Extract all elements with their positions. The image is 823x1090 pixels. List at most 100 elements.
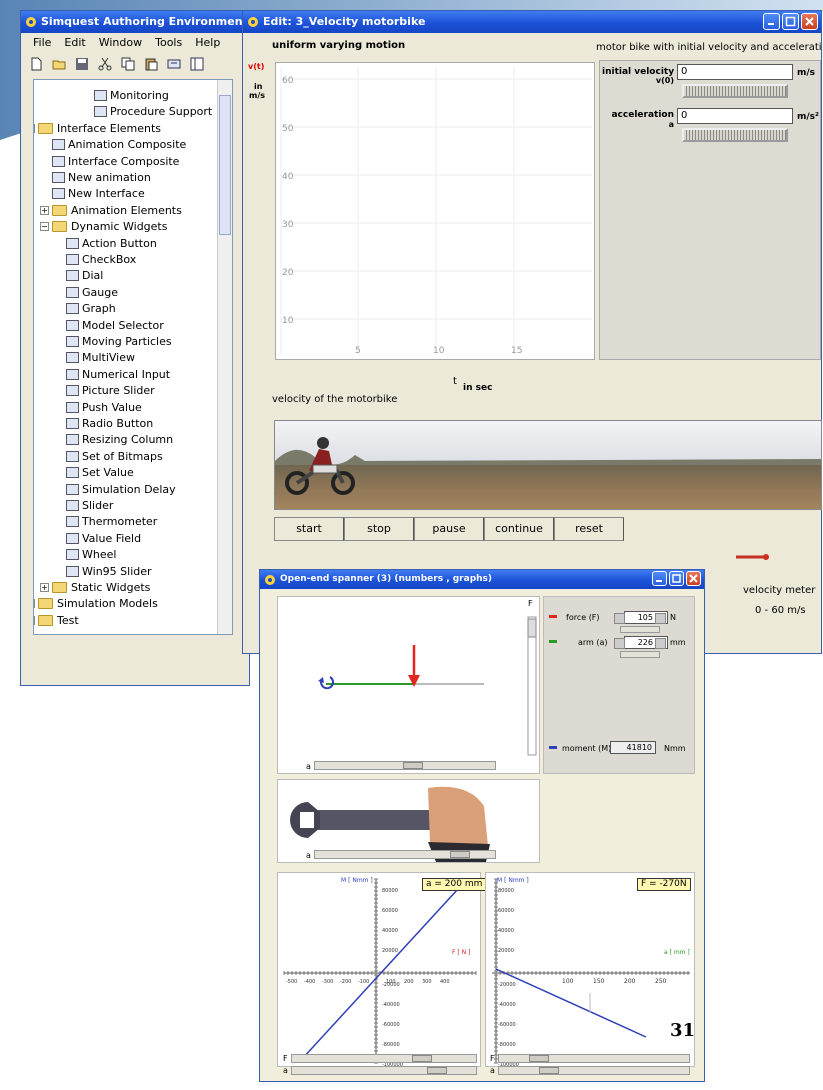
tree-item[interactable]: Slider <box>66 498 113 514</box>
arm-slider-mid[interactable] <box>314 850 496 859</box>
g2-arm-slider[interactable] <box>498 1066 690 1075</box>
env-titlebar[interactable]: Simquest Authoring Environment <box>21 11 249 33</box>
initial-velocity-slider[interactable] <box>682 84 788 98</box>
tree-item[interactable]: New animation <box>52 170 151 186</box>
pause-button[interactable]: pause <box>414 517 484 541</box>
tree-item[interactable]: Interface Composite <box>52 154 179 170</box>
tree-item-label: CheckBox <box>82 253 137 266</box>
tree-item-label: Moving Particles <box>82 335 172 348</box>
menu-tools[interactable]: Tools <box>155 33 182 53</box>
open-folder-icon[interactable] <box>52 57 66 71</box>
tree-item[interactable]: + Test <box>34 613 79 629</box>
widget-icon <box>94 106 107 118</box>
tree-item[interactable]: Radio Button <box>66 416 153 432</box>
cut-icon[interactable] <box>98 57 112 71</box>
tree-item[interactable]: Win95 Slider <box>66 564 152 580</box>
tree-item[interactable]: − Dynamic Widgets <box>40 219 167 235</box>
tool-icon[interactable] <box>167 57 181 71</box>
expand-toggle-icon[interactable]: + <box>34 599 35 609</box>
span-minimize-button[interactable] <box>652 571 667 586</box>
menu-window[interactable]: Window <box>99 33 142 53</box>
tree-item[interactable]: Resizing Column <box>66 432 173 448</box>
tree-item[interactable]: Value Field <box>66 531 141 547</box>
tree-item[interactable]: Simulation Delay <box>66 482 176 498</box>
tree-item[interactable]: New Interface <box>52 186 145 202</box>
force-slider[interactable] <box>620 626 660 633</box>
minimize-button[interactable] <box>763 13 780 30</box>
force-input[interactable]: 105 <box>614 611 668 624</box>
page-number: 31 <box>670 1020 696 1041</box>
tree-item[interactable]: Dial <box>66 268 103 284</box>
menu-file[interactable]: File <box>33 33 51 53</box>
paste-icon[interactable] <box>144 57 158 71</box>
maximize-button[interactable] <box>782 13 799 30</box>
span-maximize-button[interactable] <box>669 571 684 586</box>
vel-titlebar[interactable]: Edit: 3_Velocity motorbike <box>243 11 821 33</box>
tree-item[interactable]: Model Selector <box>66 318 164 334</box>
acceleration-slider[interactable] <box>682 128 788 142</box>
y-tick-label: 80000 <box>498 888 514 894</box>
arm-slider[interactable] <box>620 651 660 658</box>
expand-toggle-icon[interactable]: − <box>40 222 49 232</box>
folder-icon <box>38 614 53 626</box>
tree-item[interactable]: Graph <box>66 301 116 317</box>
close-button[interactable] <box>801 13 818 30</box>
reset-button[interactable]: reset <box>554 517 624 541</box>
layout-icon[interactable] <box>190 57 204 71</box>
tree-item[interactable]: Gauge <box>66 285 118 301</box>
expand-toggle-icon[interactable]: − <box>34 123 35 133</box>
initial-velocity-input[interactable]: 0 <box>677 64 793 80</box>
stop-button[interactable]: stop <box>344 517 414 541</box>
acceleration-input[interactable]: 0 <box>677 108 793 124</box>
tree-item[interactable]: Action Button <box>66 236 157 252</box>
new-file-icon[interactable] <box>29 57 43 71</box>
g2-force-slider[interactable] <box>498 1054 690 1063</box>
tree-item[interactable]: Thermometer <box>66 514 157 530</box>
menubar: File Edit Window Tools Help <box>21 33 249 53</box>
velocity-graph[interactable]: 605040302010051015 <box>275 62 595 374</box>
tree-item[interactable]: Numerical Input <box>66 367 170 383</box>
tree-item-label: Monitoring <box>110 89 169 102</box>
expand-toggle-icon[interactable]: + <box>40 205 49 215</box>
tree-item[interactable]: Push Value <box>66 400 142 416</box>
tree-item[interactable]: Picture Slider <box>66 383 155 399</box>
tree-item[interactable]: CheckBox <box>66 252 136 268</box>
tree-item[interactable]: Monitoring <box>94 88 169 104</box>
g2-arm-slider-label: a <box>490 1066 495 1075</box>
menu-edit[interactable]: Edit <box>64 33 85 53</box>
expand-toggle-icon[interactable]: + <box>40 583 49 592</box>
tree-item[interactable]: + Animation Elements <box>40 203 182 219</box>
expand-toggle-icon[interactable]: + <box>34 615 35 625</box>
tree-item[interactable]: + Static Widgets <box>40 580 150 596</box>
tree-item[interactable]: − Interface Elements <box>34 121 161 137</box>
moment-arm-graph: 80000 60000 40000 20000 -20000 -40000 -60000 -8… <box>492 878 690 1068</box>
copy-icon[interactable] <box>121 57 135 71</box>
folder-icon <box>38 122 53 134</box>
menu-help[interactable]: Help <box>195 33 220 53</box>
tree-item[interactable]: MultiView <box>66 350 135 366</box>
tree-item[interactable]: Wheel <box>66 547 116 563</box>
tree-scrollbar[interactable] <box>217 80 232 634</box>
tree-item[interactable]: Animation Composite <box>52 137 186 153</box>
tree-item[interactable]: Moving Particles <box>66 334 172 350</box>
span-close-button[interactable] <box>686 571 701 586</box>
tree-item[interactable]: Set Value <box>66 465 134 481</box>
tree-item[interactable]: + Simulation Models <box>34 596 158 612</box>
arm-input[interactable]: 226 <box>614 636 668 649</box>
g1-force-slider[interactable] <box>291 1054 477 1063</box>
x-tick-label: -500 <box>286 979 297 985</box>
save-icon[interactable] <box>75 57 89 71</box>
g1-arm-slider[interactable] <box>291 1066 477 1075</box>
x-tick-label: -300 <box>322 979 333 985</box>
span-titlebar[interactable]: Open-end spanner (3) (numbers , graphs) <box>260 570 704 589</box>
continue-button[interactable]: continue <box>484 517 554 541</box>
tree-item[interactable]: Set of Bitmaps <box>66 449 163 465</box>
y-tick-label: 40000 <box>382 928 398 934</box>
arm-slider-top[interactable] <box>314 761 496 770</box>
tree-scroll-thumb[interactable] <box>219 95 231 235</box>
toolbar <box>21 53 249 75</box>
element-tree[interactable]: Monitoring Procedure Support − Interface El… <box>33 79 233 635</box>
tree-item-label: Win95 Slider <box>82 564 152 578</box>
start-button[interactable]: start <box>274 517 344 541</box>
tree-item[interactable]: Procedure Support <box>94 104 212 120</box>
